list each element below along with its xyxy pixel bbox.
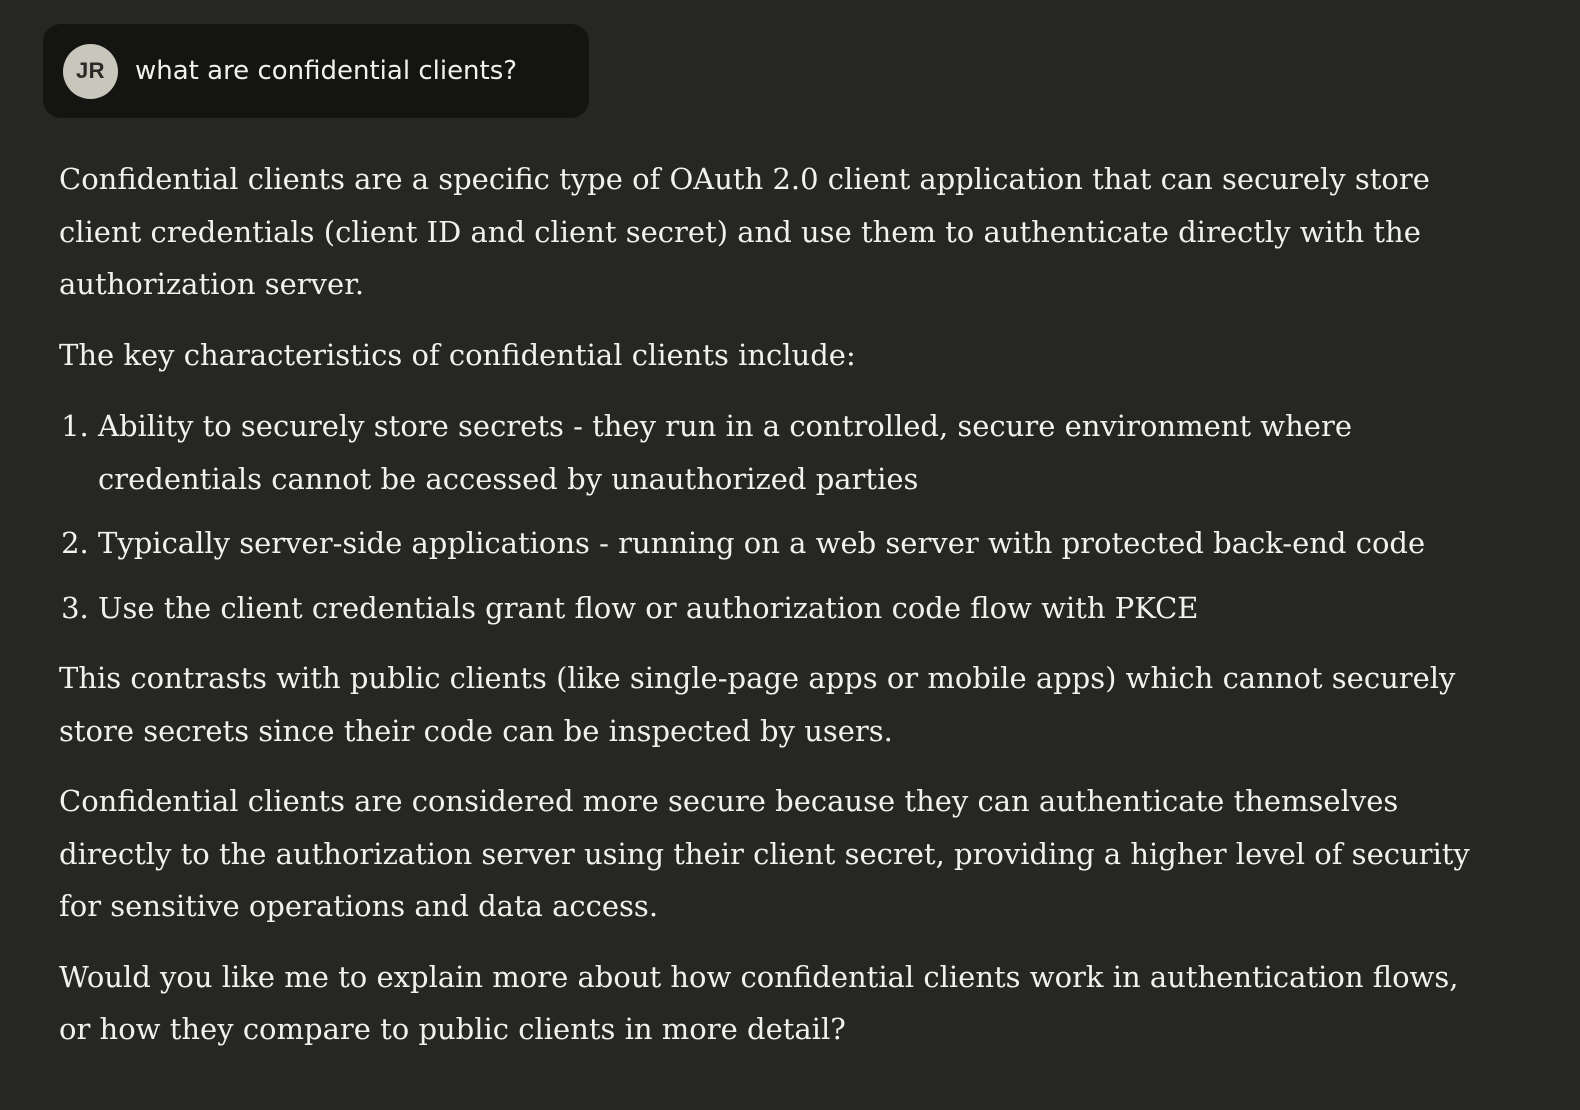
response-paragraph: Would you like me to explain more about …: [59, 959, 1459, 1047]
response-paragraph: Confidential clients are considered more…: [59, 784, 1470, 923]
response-paragraph: Confidential clients are a specific type…: [59, 162, 1430, 301]
characteristics-list: Ability to securely store secrets - they…: [59, 400, 1479, 634]
user-avatar[interactable]: JR: [63, 43, 118, 99]
list-item: Ability to securely store secrets - they…: [98, 400, 1479, 505]
user-message-bubble: JR what are confidential clients?: [43, 24, 589, 118]
list-item: Typically server-side applications - run…: [98, 517, 1479, 570]
assistant-response: Confidential clients are a specific type…: [59, 153, 1479, 1056]
response-paragraph: This contrasts with public clients (like…: [59, 661, 1456, 748]
response-paragraph: The key characteristics of confidential …: [59, 337, 856, 372]
user-message-text: what are confidential clients?: [135, 56, 518, 86]
list-item: Use the client credentials grant flow or…: [98, 582, 1479, 635]
